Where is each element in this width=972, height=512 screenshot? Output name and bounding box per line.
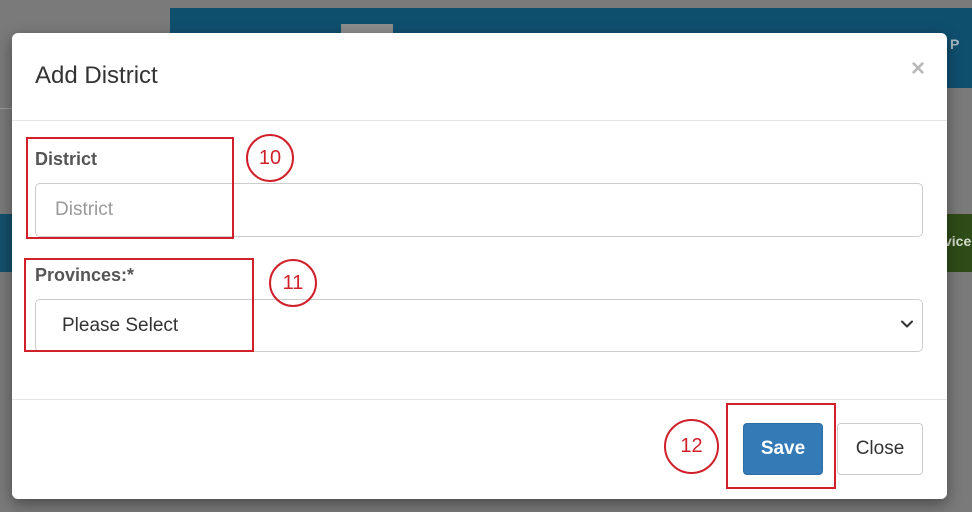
chevron-down-icon [901, 320, 913, 328]
annotation-marker-10: 10 [246, 134, 294, 182]
background-divider [0, 108, 12, 109]
background-action-button-label: vice [944, 233, 972, 249]
annotation-box-save [726, 403, 836, 489]
background-header-text: P [950, 36, 960, 52]
background-left-strip [0, 214, 12, 272]
modal-header: Add District × [12, 33, 947, 121]
annotation-box-district [26, 137, 234, 239]
annotation-marker-12: 12 [664, 419, 719, 474]
annotation-marker-11: 11 [269, 259, 317, 307]
modal-title: Add District [35, 62, 158, 89]
annotation-box-province [24, 258, 254, 352]
close-button[interactable]: Close [837, 423, 923, 475]
close-icon[interactable]: × [911, 57, 925, 81]
